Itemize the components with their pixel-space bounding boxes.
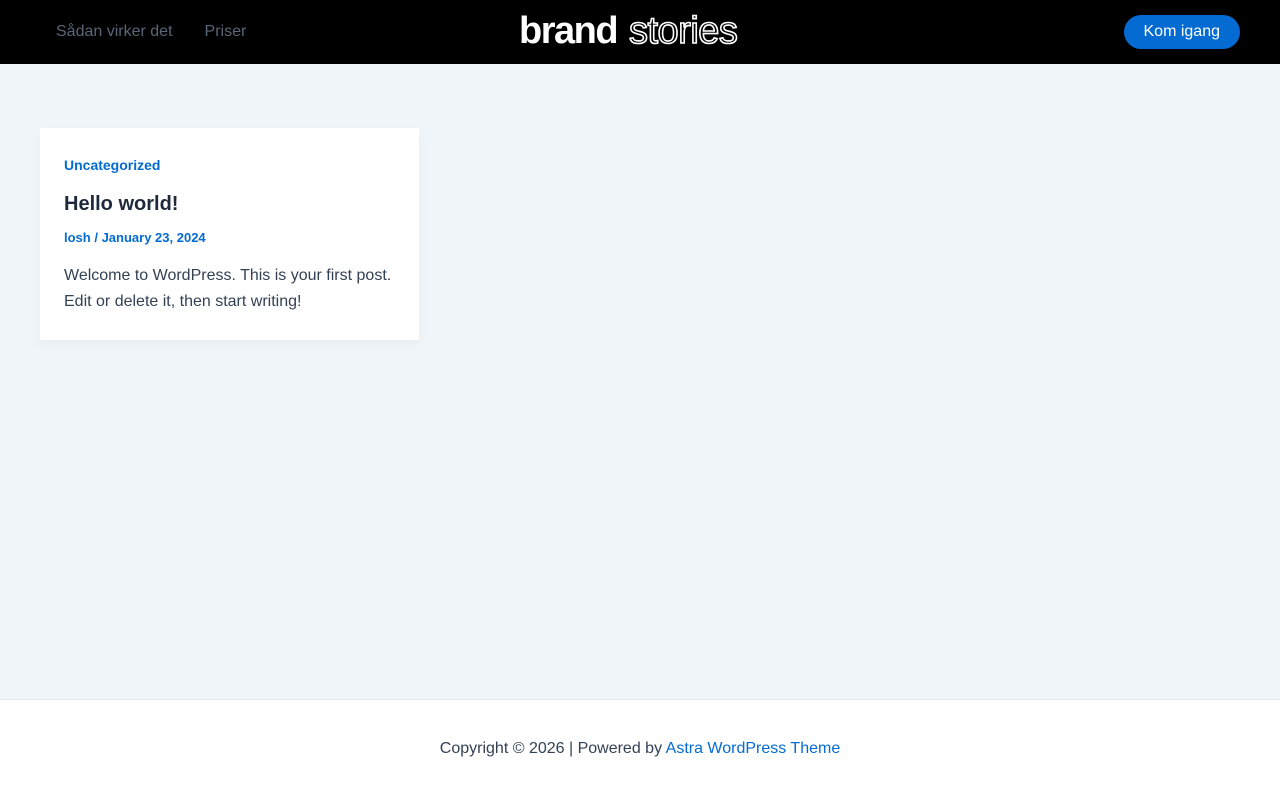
logo-part-brand: brand: [519, 13, 617, 51]
logo-part-stories: stories: [629, 13, 737, 51]
meta-separator: /: [90, 230, 102, 245]
post-title-link[interactable]: Hello world!: [64, 193, 178, 216]
post-meta: losh / January 23, 2024: [64, 230, 206, 245]
post-author-link[interactable]: losh: [64, 230, 91, 245]
site-header: Sådan virker det Priser brand stories Ko…: [0, 0, 1280, 64]
astra-theme-link[interactable]: Astra WordPress Theme: [666, 740, 841, 757]
site-logo[interactable]: brand stories: [519, 13, 761, 51]
copyright-text: Copyright © 2026 | Powered by: [439, 740, 666, 757]
site-footer: Copyright © 2026 | Powered by Astra Word…: [0, 699, 1280, 800]
footer-copyright: Copyright © 2026 | Powered by Astra Word…: [0, 740, 1280, 758]
nav-item-prices[interactable]: Priser: [189, 0, 263, 64]
nav-item-how-it-works[interactable]: Sådan virker det: [40, 0, 189, 64]
post-category-link[interactable]: Uncategorized: [64, 157, 160, 173]
post-card: Uncategorized Hello world! losh / Januar…: [40, 128, 419, 340]
post-date-link[interactable]: January 23, 2024: [102, 230, 206, 245]
post-excerpt: Welcome to WordPress. This is your first…: [64, 267, 392, 310]
main-nav: Sådan virker det Priser: [40, 0, 262, 64]
brandstories-logo-icon: brand stories: [519, 13, 739, 51]
get-started-button[interactable]: Kom igang: [1123, 15, 1240, 49]
